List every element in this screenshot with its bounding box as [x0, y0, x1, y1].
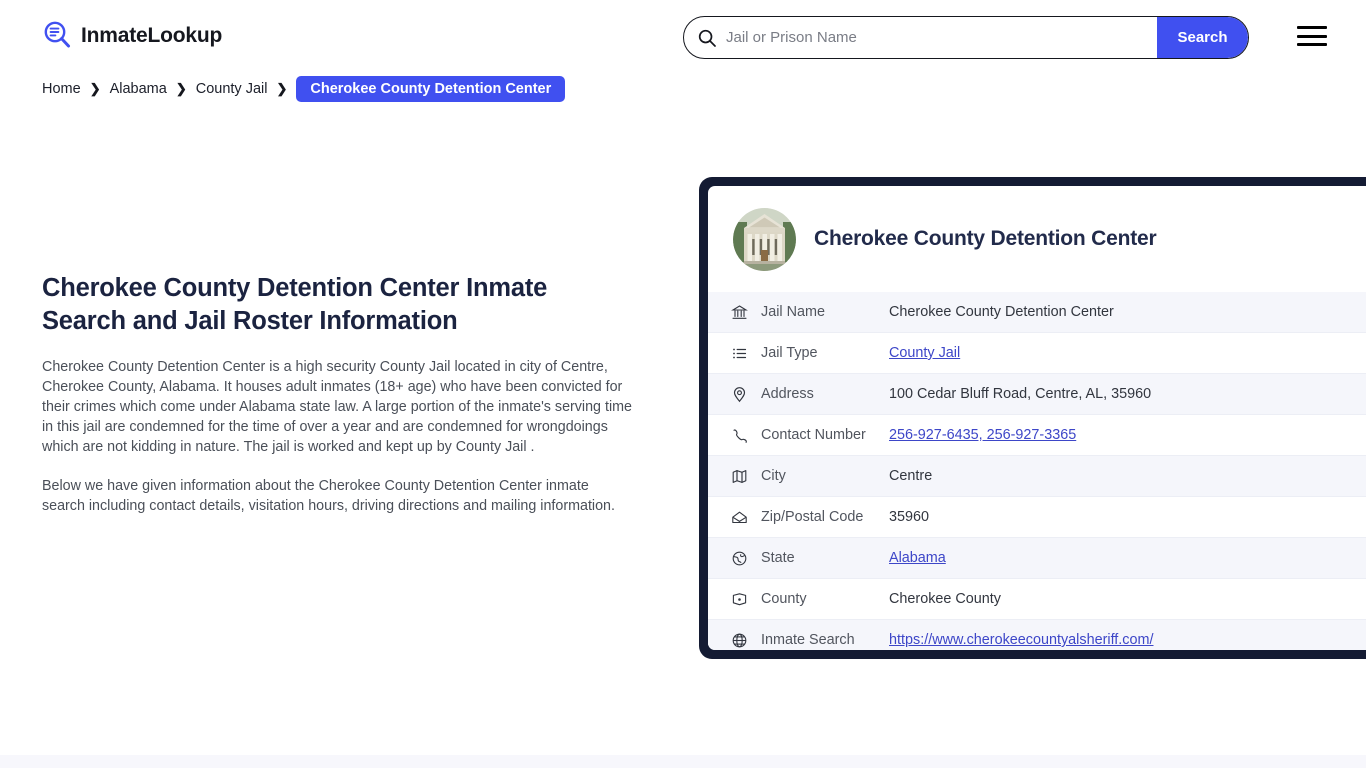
state-link[interactable]: Alabama — [889, 550, 946, 566]
magnifier-list-icon — [42, 20, 72, 50]
row-label: County — [761, 591, 807, 607]
breadcrumb-item-alabama[interactable]: Alabama — [110, 81, 167, 97]
footer-strip — [0, 755, 1366, 768]
jail-card-title: Cherokee County Detention Center — [814, 227, 1157, 250]
row-value: Alabama — [889, 550, 946, 566]
row-value: 100 Cedar Bluff Road, Centre, AL, 35960 — [889, 386, 1152, 402]
courthouse-photo — [733, 207, 796, 271]
intro-paragraph-2: Below we have given information about th… — [42, 478, 615, 515]
table-row: County Cherokee County — [708, 579, 1366, 620]
map-pin-icon — [731, 386, 748, 403]
hamburger-menu-icon[interactable] — [1297, 25, 1327, 47]
jail-info-card: Cherokee County Detention Center Jail Na… — [699, 177, 1366, 659]
bank-icon — [731, 304, 748, 321]
breadcrumb-item-current: Cherokee County Detention Center — [296, 76, 566, 102]
row-value: Cherokee County Detention Center — [889, 304, 1114, 320]
breadcrumb: Home ❯ Alabama ❯ County Jail ❯ Cherokee … — [42, 76, 566, 102]
breadcrumb-item-county-jail[interactable]: County Jail — [196, 81, 268, 97]
list-icon — [731, 345, 748, 362]
breadcrumb-item-home[interactable]: Home — [42, 81, 81, 97]
table-row: Zip/Postal Code 35960 — [708, 497, 1366, 538]
jail-info-table: Jail Name Cherokee County Detention Cent… — [708, 292, 1366, 650]
search-icon — [698, 29, 716, 47]
row-label: Zip/Postal Code — [761, 509, 864, 525]
chevron-right-icon: ❯ — [89, 81, 101, 96]
jail-info-card-inner: Cherokee County Detention Center Jail Na… — [708, 186, 1366, 650]
search-bar[interactable]: Search — [683, 16, 1249, 59]
table-row: Contact Number 256-927-6435, 256-927-336… — [708, 415, 1366, 456]
hamburger-line — [1297, 26, 1327, 29]
table-row: Inmate Search https://www.cherokeecounty… — [708, 620, 1366, 650]
inmate-search-link[interactable]: https://www.cherokeecountyalsheriff.com/ — [889, 632, 1153, 648]
main-content: Cherokee County Detention Center Inmate … — [42, 272, 634, 516]
county-map-icon — [731, 591, 748, 608]
row-label: State — [761, 550, 795, 566]
row-value: County Jail — [889, 345, 960, 361]
table-row: Jail Name Cherokee County Detention Cent… — [708, 292, 1366, 333]
table-row: Jail Type County Jail — [708, 333, 1366, 374]
table-row: State Alabama — [708, 538, 1366, 579]
search-input[interactable] — [716, 17, 1157, 58]
jail-info-card-header: Cherokee County Detention Center — [708, 186, 1366, 292]
row-value: Centre — [889, 468, 933, 484]
search-button[interactable]: Search — [1157, 17, 1248, 58]
site-header: InmateLookup Search — [0, 0, 1366, 74]
table-row: Address 100 Cedar Bluff Road, Centre, AL… — [708, 374, 1366, 415]
intro-paragraph-1: Cherokee County Detention Center is a hi… — [42, 359, 632, 456]
page-title: Cherokee County Detention Center Inmate … — [42, 274, 548, 335]
row-value: https://www.cherokeecountyalsheriff.com/ — [889, 632, 1153, 648]
row-value: 256-927-6435, 256-927-3365 — [889, 427, 1076, 443]
chevron-right-icon: ❯ — [276, 81, 288, 96]
row-label: Address — [761, 386, 814, 402]
row-value: 35960 — [889, 509, 930, 525]
brand-name: InmateLookup — [81, 23, 223, 47]
row-label: City — [761, 468, 786, 484]
web-globe-icon — [731, 632, 748, 649]
jail-type-link[interactable]: County Jail — [889, 345, 960, 361]
row-label: Jail Name — [761, 304, 825, 320]
row-label: Contact Number — [761, 427, 866, 443]
hamburger-line — [1297, 34, 1327, 38]
globe-state-icon — [731, 550, 748, 567]
contact-number-link[interactable]: 256-927-6435, 256-927-3365 — [889, 427, 1076, 443]
row-label: Jail Type — [761, 345, 818, 361]
row-value: Cherokee County — [889, 591, 1001, 607]
hamburger-line — [1297, 43, 1327, 46]
row-label: Inmate Search — [761, 632, 855, 648]
map-icon — [731, 468, 748, 485]
chevron-right-icon: ❯ — [175, 81, 187, 96]
brand-logo-link[interactable]: InmateLookup — [42, 20, 222, 50]
phone-icon — [731, 427, 748, 444]
table-row: City Centre — [708, 456, 1366, 497]
envelope-icon — [731, 509, 748, 526]
